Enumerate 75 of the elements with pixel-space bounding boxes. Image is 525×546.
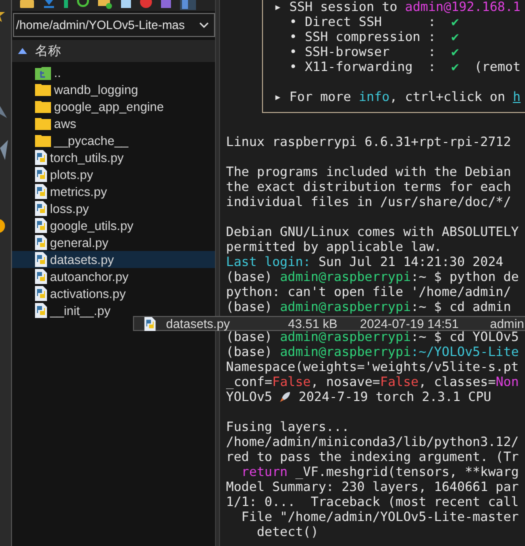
- python-file-icon: [35, 252, 47, 267]
- python-file-icon: [144, 316, 156, 330]
- file-list-item[interactable]: loss.py: [12, 200, 215, 217]
- new-folder-icon[interactable]: [98, 0, 112, 9]
- python-file-icon: [35, 184, 47, 199]
- name-column-header[interactable]: 名称: [12, 40, 215, 62]
- file-list-item[interactable]: torch_utils.py: [12, 149, 215, 166]
- python-file-icon: [35, 201, 47, 216]
- folder-icon: [35, 100, 51, 113]
- file-list-item[interactable]: google_app_engine: [12, 98, 215, 115]
- file-list-item[interactable]: general.py: [12, 234, 215, 251]
- terminal-line: the exact distribution terms for each: [226, 180, 512, 195]
- terminal-line: File "/home/admin/YOLOv5-Lite-master: [240, 510, 519, 525]
- python-file-icon: [35, 269, 47, 284]
- file-size: 43.51 kB: [288, 316, 338, 330]
- terminal-line: Debian GNU/Linux comes with ABSOLUTELY: [226, 225, 519, 240]
- delete-icon[interactable]: [140, 0, 152, 8]
- file-list-item[interactable]: aws: [12, 115, 215, 132]
- terminal-line: red to pass the indexing argument. (Tr: [226, 450, 519, 465]
- python-file-icon: [35, 235, 47, 250]
- folder-icon: [35, 134, 51, 147]
- terminal-line: individual files in /usr/share/doc/*/: [226, 195, 512, 210]
- terminal-line: (base) admin@raspberrypi:~ $ cd admin: [226, 300, 512, 315]
- file-list-item[interactable]: wandb_logging: [12, 81, 215, 98]
- file-list-item[interactable]: datasets.py: [12, 251, 215, 268]
- terminal-line: (base) admin@raspberrypi:~ $ cd YOLOv5: [226, 330, 519, 345]
- file-list-item[interactable]: metrics.py: [12, 183, 215, 200]
- session-info-line: ▸ SSH session to admin@192.168.1: [274, 0, 521, 15]
- download-icon[interactable]: [43, 0, 55, 8]
- file-list-item[interactable]: __pycache__: [12, 132, 215, 149]
- python-file-icon: [35, 150, 47, 165]
- terminal-line: permitted by applicable law.: [226, 240, 442, 255]
- refresh-icon[interactable]: [77, 0, 89, 8]
- terminal-line: Namespace(weights='weights/v5lite-s.pt: [226, 360, 519, 375]
- terminal-line: /home/admin/miniconda3/lib/python3.12/: [226, 435, 519, 450]
- file-list-item[interactable]: google_utils.py: [12, 217, 215, 234]
- python-file-icon: [35, 218, 47, 233]
- terminal-line: detect(): [256, 525, 318, 540]
- terminal-line: YOLOv5 2024-7-19 torch 2.3.1 CPU: [226, 390, 492, 405]
- terminal-line: Model Summary: 230 layers, 1640661 par: [226, 480, 519, 495]
- session-info-line: • Direct SSH : ✔: [288, 15, 459, 30]
- terminal-line: _conf=False, nosave=False, classes=Non: [226, 375, 519, 390]
- panel-icon[interactable]: [180, 0, 196, 10]
- file-list-item[interactable]: __init__.py: [12, 302, 215, 319]
- folder-icon: [35, 83, 51, 96]
- file-list-item[interactable]: ..: [12, 64, 215, 81]
- file-list-item[interactable]: activations.py: [12, 285, 215, 302]
- python-file-icon: [35, 303, 47, 318]
- file-list-item[interactable]: plots.py: [12, 166, 215, 183]
- session-info-line: ▸ For more info, ctrl+click on h: [274, 90, 521, 105]
- path-field[interactable]: /home/admin/YOLOv5-Lite-mas: [14, 18, 196, 32]
- session-info-line: • SSH-browser : ✔: [288, 45, 459, 60]
- dropdown-caret-icon[interactable]: [199, 22, 209, 28]
- link[interactable]: h: [512, 90, 521, 105]
- file-list-item[interactable]: autoanchor.py: [12, 268, 215, 285]
- path-dropdown[interactable]: /home/admin/YOLOv5-Lite-mas: [13, 13, 215, 37]
- terminal-line: Fusing layers...: [226, 420, 350, 435]
- python-file-icon: [35, 167, 47, 182]
- terminal-line: (base) admin@raspberrypi:~/YOLOv5-Lite: [226, 345, 519, 360]
- terminal-line: return _VF.meshgrid(tensors, **kwarg: [240, 465, 519, 480]
- folder-icon: [35, 117, 51, 130]
- terminal-line: Linux raspberrypi 6.6.31+rpt-rpi-2712: [226, 135, 512, 150]
- file-name: datasets.py: [166, 316, 231, 330]
- terminal-line: (base) admin@raspberrypi:~ $ python de: [226, 270, 519, 285]
- terminal-line: 1/1: 0... Traceback (most recent call: [226, 495, 519, 510]
- file-date: 2024-07-19 14:51: [360, 316, 460, 330]
- terminal-line: python: can't open file '/home/admin/: [226, 285, 512, 300]
- terminal-line: Last login: Sun Jul 21 14:21:30 2024: [226, 255, 504, 270]
- rocket-icon: [280, 391, 291, 402]
- session-info-line: • X11-forwarding : ✔ (remot: [288, 60, 521, 75]
- terminal-line: The programs included with the Debian: [226, 165, 512, 180]
- session-info-line: • SSH compression : ✔: [288, 30, 459, 45]
- file-owner: admin: [490, 316, 524, 330]
- parent-folder-icon: [35, 66, 51, 80]
- python-file-icon: [35, 286, 47, 301]
